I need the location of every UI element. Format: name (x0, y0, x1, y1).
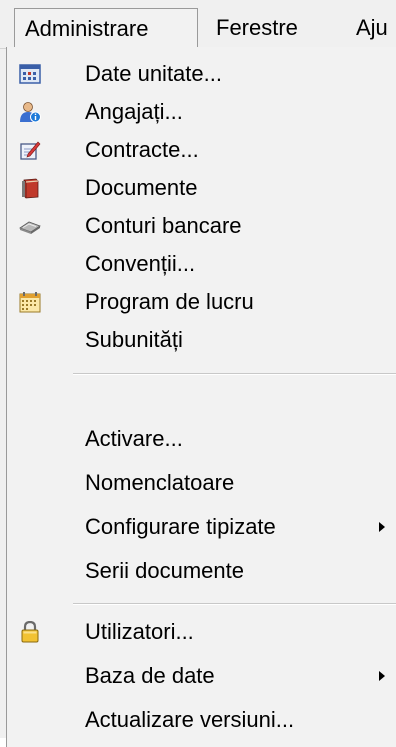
menu-item-label: Program de lucru (85, 289, 254, 314)
menu-item-angajati[interactable]: Angajați... (7, 93, 396, 131)
lock-icon (21, 621, 39, 643)
menu-item-program-de-lucru[interactable]: Program de lucru (7, 283, 396, 321)
contracts-icon (20, 141, 41, 160)
menu-item-nomenclatoare[interactable]: Nomenclatoare (7, 464, 396, 502)
menu-item-label: Subunități (85, 327, 183, 352)
menu-item-baza-de-date[interactable]: Baza de date (7, 657, 396, 695)
unit-data-icon (19, 64, 41, 84)
administrare-dropdown: Date unitate... Angajați... Contracte... (6, 47, 396, 747)
menu-item-conventii[interactable]: Convenții... (7, 245, 396, 283)
menu-item-label: Serii documente (85, 558, 244, 583)
submenu-arrow-icon (379, 522, 385, 532)
bank-accounts-icon (19, 221, 41, 234)
calendar-icon (19, 292, 41, 313)
menu-item-label: Date unitate... (85, 61, 222, 86)
menu-item-label: Actualizare versiuni... (85, 707, 295, 732)
menu-item-actualizare-versiuni[interactable]: Actualizare versiuni... (7, 701, 396, 739)
menu-item-serii-documente[interactable]: Serii documente (7, 552, 396, 590)
menu-item-label: Activare... (85, 426, 183, 451)
menu-item-label: Angajați... (85, 99, 183, 124)
menu-separator (73, 373, 396, 375)
menu-item-utilizatori[interactable]: Utilizatori... (7, 613, 396, 651)
menu-item-label: Baza de date (85, 663, 215, 688)
menu-item-subunitati[interactable]: Subunități (7, 321, 396, 359)
menu-ajutor[interactable]: Aju (346, 8, 396, 48)
documents-icon (22, 178, 39, 199)
menu-item-label: Conturi bancare (85, 213, 242, 238)
menu-item-label: Contracte... (85, 137, 199, 162)
menu-item-label: Nomenclatoare (85, 470, 235, 495)
menu-separator (73, 603, 396, 605)
menu-item-conturi-bancare[interactable]: Conturi bancare (7, 207, 396, 245)
employees-icon (20, 102, 41, 123)
submenu-arrow-icon (379, 671, 385, 681)
menu-item-label: Convenții... (85, 251, 196, 276)
menu-item-contracte[interactable]: Contracte... (7, 131, 396, 169)
menu-bar: Administrare Ferestre Aju (0, 0, 396, 49)
menu-item-label: Utilizatori... (85, 619, 194, 644)
menu-item-label: Documente (85, 175, 198, 200)
menu-administrare[interactable]: Administrare (14, 8, 198, 48)
menu-item-label: Configurare tipizate (85, 514, 276, 539)
menu-item-documente[interactable]: Documente (7, 169, 396, 207)
menu-item-date-unitate[interactable]: Date unitate... (7, 55, 396, 93)
menu-item-activare[interactable]: Activare... (7, 420, 396, 458)
menu-item-configurare-tipizate[interactable]: Configurare tipizate (7, 508, 396, 546)
menu-ferestre[interactable]: Ferestre (206, 8, 308, 48)
